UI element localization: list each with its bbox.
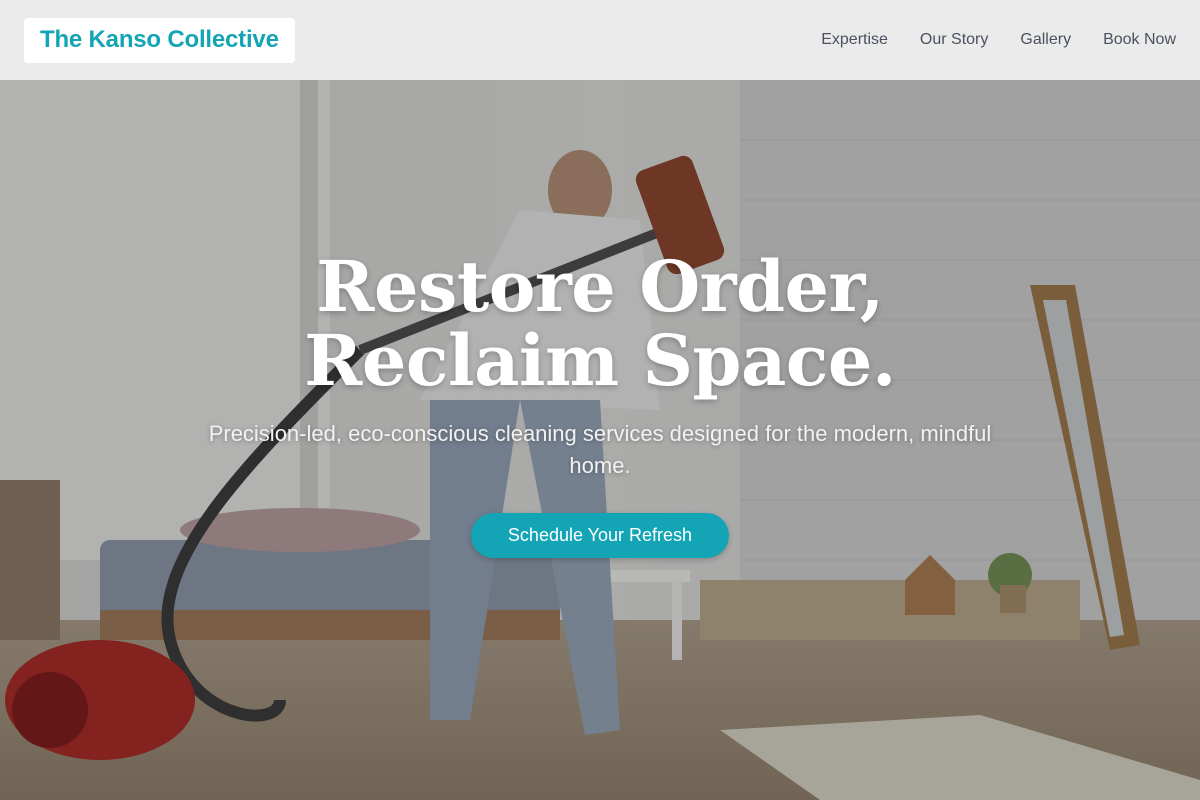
main-nav: Expertise Our Story Gallery Book Now <box>821 31 1176 49</box>
hero-section: Restore Order, Reclaim Space. Precision-… <box>0 80 1200 800</box>
schedule-refresh-button[interactable]: Schedule Your Refresh <box>471 513 729 558</box>
nav-link-gallery[interactable]: Gallery <box>1020 31 1071 49</box>
nav-link-our-story[interactable]: Our Story <box>920 31 988 49</box>
hero-subtitle: Precision-led, eco-conscious cleaning se… <box>208 421 992 478</box>
site-header: The Kanso Collective Expertise Our Story… <box>0 0 1200 80</box>
nav-link-expertise[interactable]: Expertise <box>821 31 888 49</box>
nav-link-book-now[interactable]: Book Now <box>1103 31 1176 49</box>
brand-logo[interactable]: The Kanso Collective <box>24 17 295 63</box>
hero-title: Restore Order, Reclaim Space. <box>304 245 896 402</box>
